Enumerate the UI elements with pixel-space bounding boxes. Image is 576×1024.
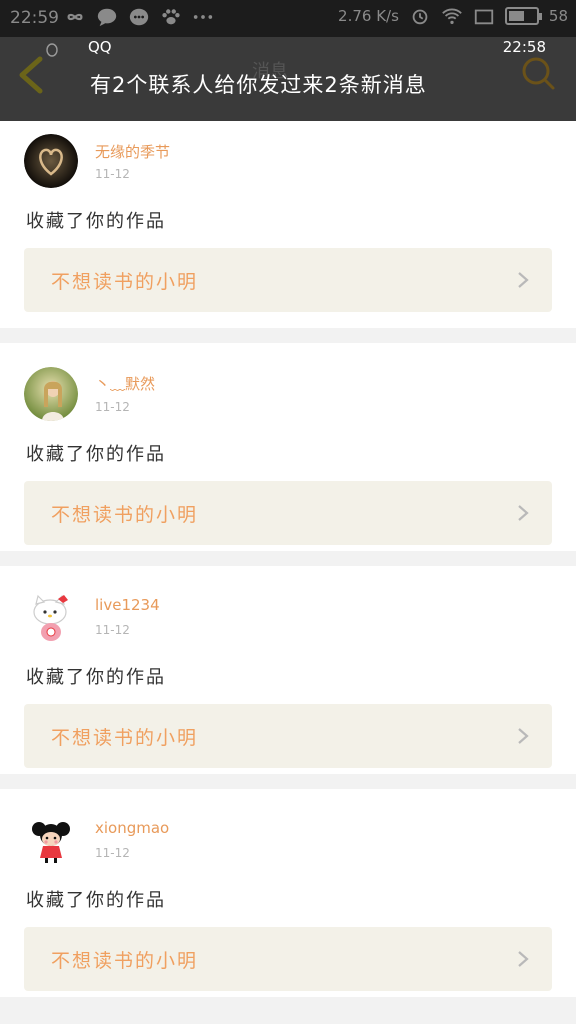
work-link[interactable]: 不想读书的小明 [24,927,552,991]
list-item: xiongmao 11-12 收藏了你的作品 不想读书的小明 [0,789,576,997]
notification-time: 22:58 [502,38,546,56]
work-title: 不想读书的小明 [51,271,199,293]
notification-app-name: QQ [88,38,112,56]
chevron-right-icon [518,951,529,967]
chevron-right-icon [518,505,529,521]
date: 11-12 [95,623,130,637]
battery-icon [504,7,542,25]
date: 11-12 [95,400,130,414]
avatar[interactable] [24,813,78,867]
wifi-icon [442,8,462,25]
action-text: 收藏了你的作品 [26,667,166,688]
action-text: 收藏了你的作品 [26,890,166,911]
list-item: 丶﹏默然 11-12 收藏了你的作品 不想读书的小明 [0,343,576,551]
action-text: 收藏了你的作品 [26,444,166,465]
chevron-right-icon [518,272,529,288]
status-bar: 22:59 2.76 K/s 58 [0,0,576,37]
work-link[interactable]: 不想读书的小明 [24,248,552,312]
work-title: 不想读书的小明 [51,504,199,526]
status-notification-icons [64,7,214,27]
battery-fill [508,11,524,21]
qq-penguin-icon [46,43,58,57]
signal-icon [474,9,494,25]
back-icon[interactable] [12,53,52,97]
status-right: 2.76 K/s 58 [338,6,568,26]
message-icon [129,8,149,26]
network-speed: 2.76 K/s [338,7,399,25]
notification-text[interactable]: 有2个联系人给你发过来2条新消息 [90,69,427,99]
work-title: 不想读书的小明 [51,950,199,972]
battery-percent: 58 [548,7,568,25]
username[interactable]: live1234 [95,596,160,614]
work-link[interactable]: 不想读书的小明 [24,481,552,545]
infinity-icon [67,13,83,21]
status-time: 22:59 [10,8,59,28]
activity-feed: 无缘的季节 11-12 收藏了你的作品 不想读书的小明 丶﹏默然 11-12 收… [0,121,576,997]
more-icon [193,15,213,19]
action-text: 收藏了你的作品 [26,211,166,232]
username[interactable]: 无缘的季节 [95,141,170,162]
list-item: live1234 11-12 收藏了你的作品 不想读书的小明 [0,566,576,774]
avatar[interactable] [24,134,78,188]
avatar[interactable] [24,590,78,644]
work-link[interactable]: 不想读书的小明 [24,704,552,768]
date: 11-12 [95,167,130,181]
work-title: 不想读书的小明 [51,727,199,749]
app-header: 消息 QQ 22:58 有2个联系人给你发过来2条新消息 [0,37,576,121]
username[interactable]: 丶﹏默然 [95,373,155,394]
search-icon[interactable] [518,53,558,93]
chevron-right-icon [518,728,529,744]
paw-icon [162,9,180,25]
avatar[interactable] [24,367,78,421]
list-item: 无缘的季节 11-12 收藏了你的作品 不想读书的小明 [0,121,576,328]
alarm-icon [412,9,428,25]
username[interactable]: xiongmao [95,819,169,837]
chat-bubble-icon [97,8,117,27]
date: 11-12 [95,846,130,860]
